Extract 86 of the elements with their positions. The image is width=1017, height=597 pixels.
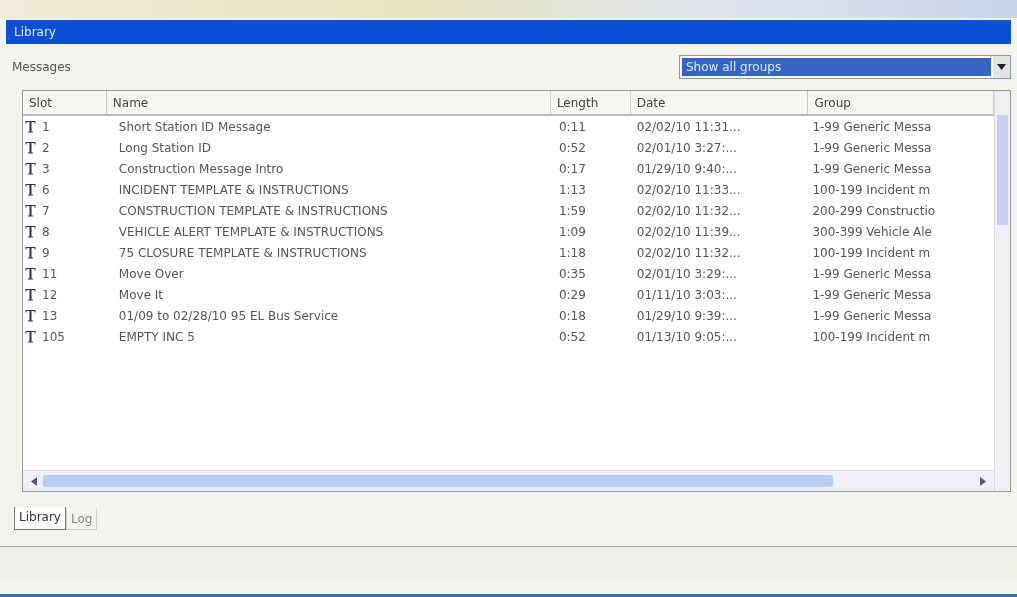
column-header[interactable]: Length xyxy=(550,91,631,114)
message-length: 0:35 xyxy=(557,266,587,281)
message-date: 01/29/10 9:40:... xyxy=(635,161,738,176)
message-date: 01/11/10 3:03:... xyxy=(635,287,738,302)
table-row[interactable]: 13 01/09 to 02/28/10 95 EL Bus Service 0:18 01/29/10 9:39:... 1-99 Generic Messa xyxy=(23,305,994,326)
slot-number: 3 xyxy=(42,161,50,176)
slot-number: 1 xyxy=(42,119,50,134)
text-type-icon xyxy=(25,267,36,280)
group-dropdown[interactable]: Show all groups xyxy=(679,55,1011,79)
message-name: Move Over xyxy=(117,266,185,281)
slot-number: 12 xyxy=(42,287,58,302)
text-type-icon xyxy=(25,120,36,133)
column-header[interactable]: Date xyxy=(630,91,809,114)
text-type-icon xyxy=(25,141,36,154)
text-type-icon xyxy=(25,288,36,301)
message-group: 1-99 Generic Messa xyxy=(808,287,994,302)
table-row[interactable]: 3 Construction Message Intro 0:17 01/29/10 9:40:... 1-99 Generic Messa xyxy=(23,158,994,179)
message-length: 0:52 xyxy=(557,329,587,344)
message-date: 01/29/10 9:39:... xyxy=(635,308,738,323)
slot-number: 8 xyxy=(42,224,50,239)
message-name: EMPTY INC 5 xyxy=(117,329,196,344)
message-date: 02/02/10 11:32... xyxy=(635,203,742,218)
message-date: 02/02/10 11:31... xyxy=(635,119,742,134)
message-length: 0:29 xyxy=(557,287,587,302)
message-name: Short Station ID Message xyxy=(117,119,272,134)
table-row[interactable]: 1 Short Station ID Message 0:11 02/02/10 11:31... 1-99 Generic Messa xyxy=(23,116,994,137)
slot-number: 13 xyxy=(42,308,58,323)
text-type-icon xyxy=(25,309,36,322)
message-date: 01/13/10 9:05:... xyxy=(635,329,738,344)
message-name: 75 CLOSURE TEMPLATE & INSTRUCTIONS xyxy=(117,245,368,260)
message-date: 02/02/10 11:32... xyxy=(635,245,742,260)
message-length: 0:18 xyxy=(557,308,587,323)
table-row[interactable]: 8 VEHICLE ALERT TEMPLATE & INSTRUCTIONS 1:09 02/02/10 11:39... 300-399 Vehicle Ale xyxy=(23,221,994,242)
message-group: 200-299 Constructio xyxy=(808,203,994,218)
message-group: 1-99 Generic Messa xyxy=(808,140,994,155)
message-length: 0:11 xyxy=(557,119,587,134)
message-group: 100-199 Incident m xyxy=(808,245,994,260)
message-group: 1-99 Generic Messa xyxy=(808,266,994,281)
slot-number: 11 xyxy=(42,266,58,281)
message-group: 1-99 Generic Messa xyxy=(808,308,994,323)
table-row[interactable]: 7 CONSTRUCTION TEMPLATE & INSTRUCTIONS 1:59 02/02/10 11:32... 200-299 Constructio xyxy=(23,200,994,221)
column-header[interactable]: Slot xyxy=(23,91,107,114)
table-row[interactable]: 9 75 CLOSURE TEMPLATE & INSTRUCTIONS 1:18 02/02/10 11:32... 100-199 Incident m xyxy=(23,242,994,263)
window-title: Library xyxy=(14,25,56,39)
message-length: 0:52 xyxy=(557,140,587,155)
message-length: 0:17 xyxy=(557,161,587,176)
slot-number: 105 xyxy=(42,329,65,344)
message-date: 02/01/10 3:27:... xyxy=(635,140,738,155)
message-date: 02/02/10 11:39... xyxy=(635,224,742,239)
message-group: 1-99 Generic Messa xyxy=(808,161,994,176)
message-name: 01/09 to 02/28/10 95 EL Bus Service xyxy=(117,308,340,323)
message-date: 02/02/10 11:33... xyxy=(635,182,742,197)
message-length: 1:13 xyxy=(557,182,587,197)
message-group: 100-199 Incident m xyxy=(808,329,994,344)
message-length: 1:09 xyxy=(557,224,587,239)
table-row[interactable]: 6 INCIDENT TEMPLATE & INSTRUCTIONS 1:13 02/02/10 11:33... 100-199 Incident m xyxy=(23,179,994,200)
message-name: INCIDENT TEMPLATE & INSTRUCTIONS xyxy=(117,182,350,197)
vertical-scrollbar[interactable] xyxy=(994,91,1010,491)
table-row[interactable]: 105 EMPTY INC 5 0:52 01/13/10 9:05:... 100-199 Incident m xyxy=(23,326,994,347)
column-header[interactable]: Name xyxy=(106,91,551,114)
table-row[interactable]: 11 Move Over 0:35 02/01/10 3:29:... 1-99 Generic Messa xyxy=(23,263,994,284)
message-length: 1:59 xyxy=(557,203,587,218)
text-type-icon xyxy=(25,204,36,217)
slot-number: 2 xyxy=(42,140,50,155)
slot-number: 9 xyxy=(42,245,50,260)
slot-number: 7 xyxy=(42,203,50,218)
messages-label: Messages xyxy=(12,60,71,74)
table-row[interactable]: 2 Long Station ID 0:52 02/01/10 3:27:... 1-99 Generic Messa xyxy=(23,137,994,158)
text-type-icon xyxy=(25,246,36,259)
message-group: 100-199 Incident m xyxy=(808,182,994,197)
message-name: CONSTRUCTION TEMPLATE & INSTRUCTIONS xyxy=(117,203,389,218)
text-type-icon xyxy=(25,330,36,343)
slot-number: 6 xyxy=(42,182,50,197)
message-name: Move It xyxy=(117,287,165,302)
message-name: Construction Message Intro xyxy=(117,161,285,176)
text-type-icon xyxy=(25,225,36,238)
tab[interactable]: Library xyxy=(14,507,66,530)
message-name: Long Station ID xyxy=(117,140,212,155)
message-date: 02/01/10 3:29:... xyxy=(635,266,738,281)
table-row[interactable]: 12 Move It 0:29 01/11/10 3:03:... 1-99 Generic Messa xyxy=(23,284,994,305)
text-type-icon xyxy=(25,183,36,196)
message-group: 1-99 Generic Messa xyxy=(808,119,994,134)
text-type-icon xyxy=(25,162,36,175)
message-name: VEHICLE ALERT TEMPLATE & INSTRUCTIONS xyxy=(117,224,385,239)
message-group: 300-399 Vehicle Ale xyxy=(808,224,994,239)
message-length: 1:18 xyxy=(557,245,587,260)
